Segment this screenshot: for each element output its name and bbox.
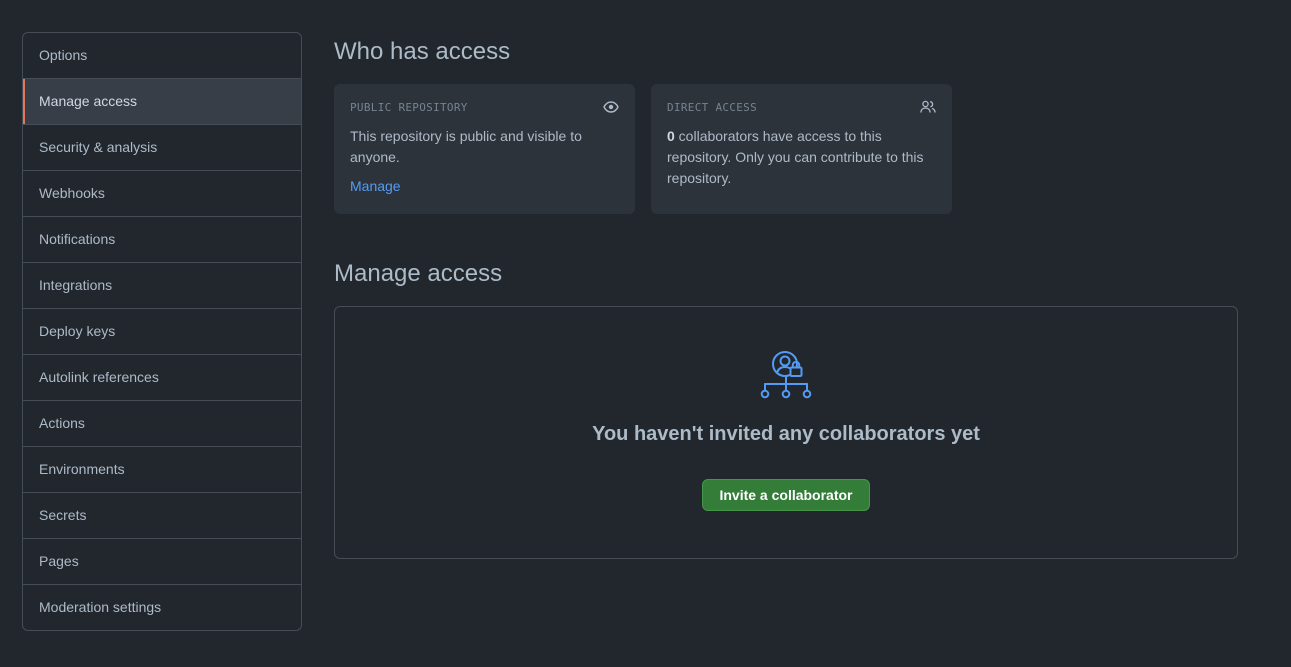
collaborators-blankslate: You haven't invited any collaborators ye… bbox=[334, 306, 1238, 559]
invite-collaborator-button[interactable]: Invite a collaborator bbox=[702, 479, 870, 511]
direct-access-text: 0 collaborators have access to this repo… bbox=[667, 126, 936, 189]
sidebar-item-pages[interactable]: Pages bbox=[23, 538, 301, 584]
sidebar-item-security-analysis[interactable]: Security & analysis bbox=[23, 124, 301, 170]
sidebar-item-options[interactable]: Options bbox=[23, 33, 301, 78]
sidebar-item-webhooks[interactable]: Webhooks bbox=[23, 170, 301, 216]
blankslate-heading: You haven't invited any collaborators ye… bbox=[592, 423, 980, 445]
manage-access-title: Manage access bbox=[334, 260, 503, 287]
sidebar-item-environments[interactable]: Environments bbox=[23, 446, 301, 492]
settings-sidebar: Options Manage access Security & analysi… bbox=[22, 32, 302, 631]
direct-access-description: collaborators have access to this reposi… bbox=[667, 128, 924, 186]
collaborator-count: 0 bbox=[667, 128, 675, 144]
sidebar-item-manage-access[interactable]: Manage access bbox=[23, 78, 301, 124]
sidebar-item-notifications[interactable]: Notifications bbox=[23, 216, 301, 262]
who-has-access-title: Who has access bbox=[334, 38, 511, 65]
sidebar-item-deploy-keys[interactable]: Deploy keys bbox=[23, 308, 301, 354]
eye-icon bbox=[603, 99, 619, 115]
access-cards: PUBLIC REPOSITORY This repository is pub… bbox=[334, 84, 1238, 214]
manage-visibility-link[interactable]: Manage bbox=[350, 178, 401, 194]
sidebar-item-moderation-settings[interactable]: Moderation settings bbox=[23, 584, 301, 630]
direct-access-label: DIRECT ACCESS bbox=[667, 101, 757, 114]
sidebar-item-autolink-references[interactable]: Autolink references bbox=[23, 354, 301, 400]
sidebar-item-actions[interactable]: Actions bbox=[23, 400, 301, 446]
direct-access-card: DIRECT ACCESS 0 collaborators have acces… bbox=[651, 84, 952, 214]
public-repository-label: PUBLIC REPOSITORY bbox=[350, 101, 468, 114]
sidebar-item-secrets[interactable]: Secrets bbox=[23, 492, 301, 538]
people-icon bbox=[920, 99, 936, 115]
public-repository-text: This repository is public and visible to… bbox=[350, 128, 582, 165]
sidebar-item-integrations[interactable]: Integrations bbox=[23, 262, 301, 308]
main-content: Who has access PUBLIC REPOSITORY This re… bbox=[334, 32, 1238, 559]
person-lock-org-icon bbox=[760, 351, 812, 401]
public-repository-card: PUBLIC REPOSITORY This repository is pub… bbox=[334, 84, 635, 214]
